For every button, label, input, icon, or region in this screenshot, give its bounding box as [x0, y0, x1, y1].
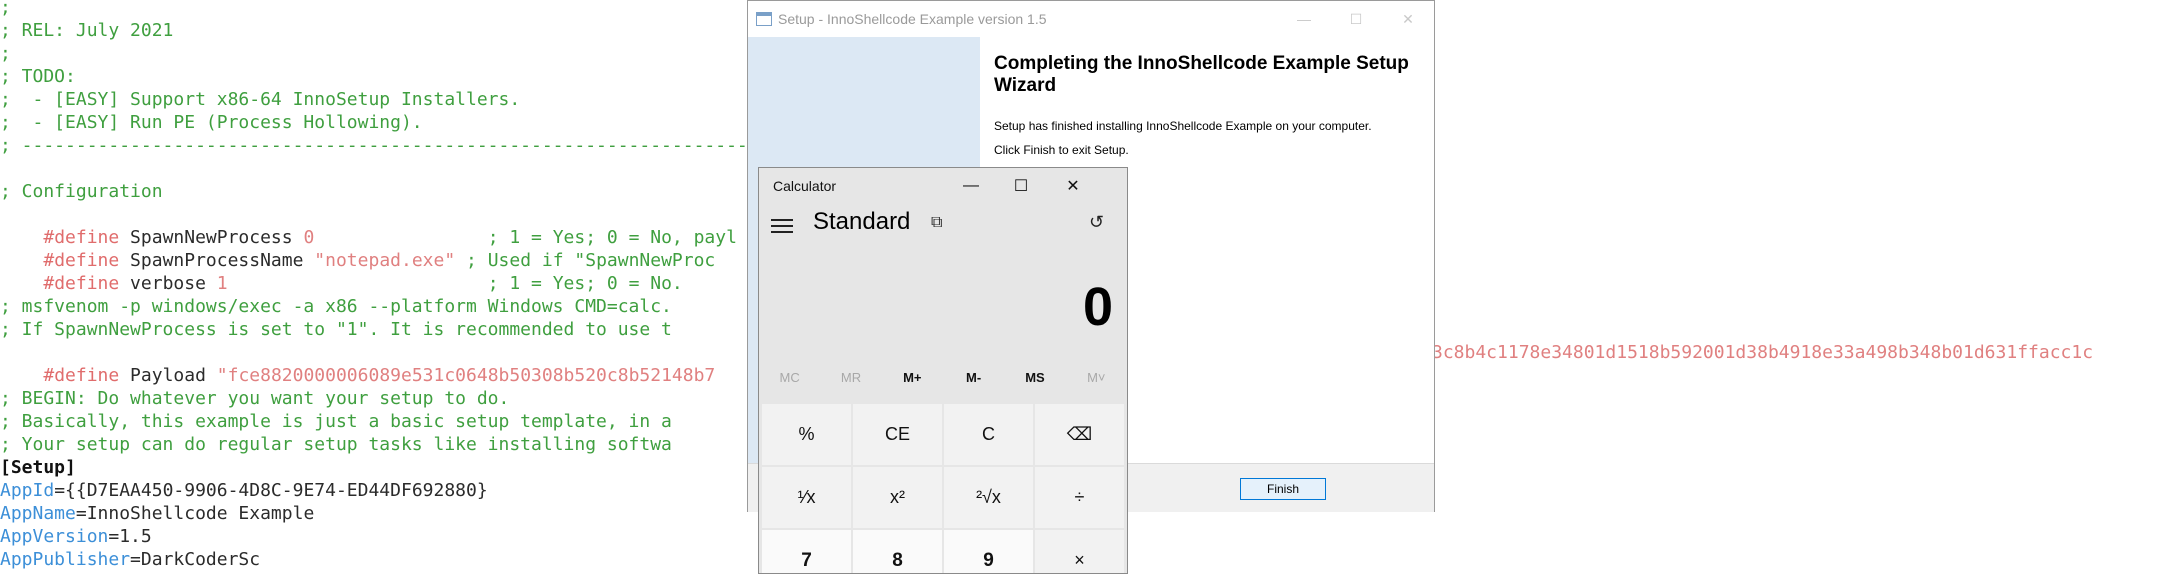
calculator-titlebar[interactable]: Calculator — ☐ ✕ [759, 168, 1127, 204]
code-line: ; - [EASY] Support x86-64 InnoSetup Inst… [0, 89, 521, 110]
setup-value: 1.5 [119, 526, 152, 547]
setup-key: AppName [0, 503, 76, 524]
memory-clear-button[interactable]: MC [760, 370, 820, 400]
hamburger-menu-icon[interactable] [771, 214, 793, 238]
setup-app-icon [756, 12, 772, 26]
calculator-title: Calculator [773, 178, 837, 194]
setup-section-header: [Setup] [0, 457, 76, 478]
memory-store-button[interactable]: MS [1005, 370, 1065, 400]
digit-7-key[interactable]: 7 [762, 530, 851, 573]
memory-add-button[interactable]: M+ [882, 370, 942, 400]
wizard-exit-text: Click Finish to exit Setup. [994, 143, 1129, 157]
square-key[interactable]: x² [853, 467, 942, 528]
setup-value: DarkCoderSc [140, 549, 261, 570]
setup-window-title: Setup - InnoShellcode Example version 1.… [778, 11, 1047, 27]
maximize-icon[interactable]: ☐ [995, 168, 1047, 204]
square-root-key[interactable]: ²√x [944, 467, 1033, 528]
define-line-payload: #define Payload "fce8820000006089e531c06… [0, 341, 715, 386]
code-line: ; [0, 0, 11, 18]
digit-9-key[interactable]: 9 [944, 530, 1033, 573]
clear-entry-key[interactable]: CE [853, 404, 942, 465]
define-line-verbose: #define verbose 1 ; 1 = Yes; 0 = No. [0, 249, 682, 294]
define-keyword: #define [43, 365, 120, 386]
memory-recall-button[interactable]: MR [821, 370, 881, 400]
payload-tail: 3c8b4c1178e34801d1518b592001d38b4918e33a… [1432, 342, 2094, 363]
code-line: ; [0, 43, 11, 64]
setup-key-line: AppName=InnoShellcode Example [0, 503, 315, 524]
calculator-mode: Standard [813, 208, 911, 235]
close-icon[interactable]: ✕ [1382, 11, 1434, 28]
code-line: ; --------------------------------------… [0, 135, 802, 156]
define-keyword: #define [43, 273, 120, 294]
code-line: ; - [EASY] Run PE (Process Hollowing). [0, 112, 423, 133]
setup-key: AppVersion [0, 526, 109, 547]
code-line: ; REL: July 2021 [0, 20, 174, 41]
divide-key[interactable]: ÷ [1035, 467, 1124, 528]
setup-key-line: AppPublisher=DarkCoderSc [0, 549, 261, 570]
code-line: ; Basically, this example is just a basi… [0, 411, 672, 432]
wizard-content: Completing the InnoShellcode Example Set… [994, 53, 1414, 167]
define-line-spawnnewprocess: #define SpawnNewProcess 0 ; 1 = Yes; 0 =… [0, 203, 737, 248]
code-line: ; msfvenom -p windows/exec -a x86 --plat… [0, 296, 672, 317]
setup-key-line: AppVersion=1.5 [0, 526, 152, 547]
memory-list-button[interactable]: M˅ [1066, 370, 1126, 400]
backspace-icon[interactable]: ⌫ [1035, 404, 1124, 465]
percent-key[interactable]: % [762, 404, 851, 465]
define-name: Payload [119, 365, 217, 386]
code-line: ; If SpawnNewProcess is set to "1". It i… [0, 319, 672, 340]
code-line: ; BEGIN: Do whatever you want your setup… [0, 388, 510, 409]
calculator-keypad: % CE C ⌫ ¹⁄x x² ²√x ÷ 7 8 9 × [762, 404, 1126, 573]
memory-bar: MC MR M+ M- MS M˅ [759, 370, 1127, 400]
minimize-icon[interactable]: — [1278, 11, 1330, 28]
setup-value: InnoShellcode Example [86, 503, 315, 524]
code-line: ; Your setup can do regular setup tasks … [0, 434, 672, 455]
setup-key-line: AppId={{D7EAA450-9906-4D8C-9E74-ED44DF69… [0, 480, 488, 501]
define-comment: ; 1 = Yes; 0 = No. [227, 273, 683, 294]
wizard-finished-text: Setup has finished installing InnoShellc… [994, 119, 1372, 133]
define-name: verbose [119, 273, 217, 294]
close-icon[interactable]: ✕ [1047, 168, 1099, 204]
code-line: ; Configuration [0, 181, 163, 202]
define-value: "fce8820000006089e531c0648b50308b520c8b5… [216, 365, 716, 386]
reciprocal-key[interactable]: ¹⁄x [762, 467, 851, 528]
minimize-icon[interactable]: — [945, 168, 997, 204]
setup-value: {{D7EAA450-9906-4D8C-9E74-ED44DF692880} [65, 480, 488, 501]
calculator-header: Standard ⧉ ↺ [759, 206, 1127, 248]
keep-on-top-icon[interactable]: ⧉ [931, 214, 942, 232]
clear-key[interactable]: C [944, 404, 1033, 465]
setup-key: AppPublisher [0, 549, 131, 570]
setup-titlebar[interactable]: Setup - InnoShellcode Example version 1.… [748, 1, 1434, 37]
define-line-spawnprocessname: #define SpawnProcessName "notepad.exe" ;… [0, 226, 715, 271]
maximize-icon[interactable]: ☐ [1330, 11, 1382, 28]
memory-subtract-button[interactable]: M- [944, 370, 1004, 400]
finish-button[interactable]: Finish [1240, 478, 1326, 500]
multiply-key[interactable]: × [1035, 530, 1124, 573]
code-line: ; TODO: [0, 66, 76, 87]
define-value: 1 [216, 273, 228, 294]
calculator-window[interactable]: Calculator — ☐ ✕ Standard ⧉ ↺ 0 MC MR M+… [758, 167, 1128, 574]
wizard-heading: Completing the InnoShellcode Example Set… [994, 53, 1409, 96]
digit-8-key[interactable]: 8 [853, 530, 942, 573]
setup-key: AppId [0, 480, 55, 501]
calculator-display: 0 [1082, 277, 1113, 337]
history-icon[interactable]: ↺ [1089, 212, 1104, 233]
